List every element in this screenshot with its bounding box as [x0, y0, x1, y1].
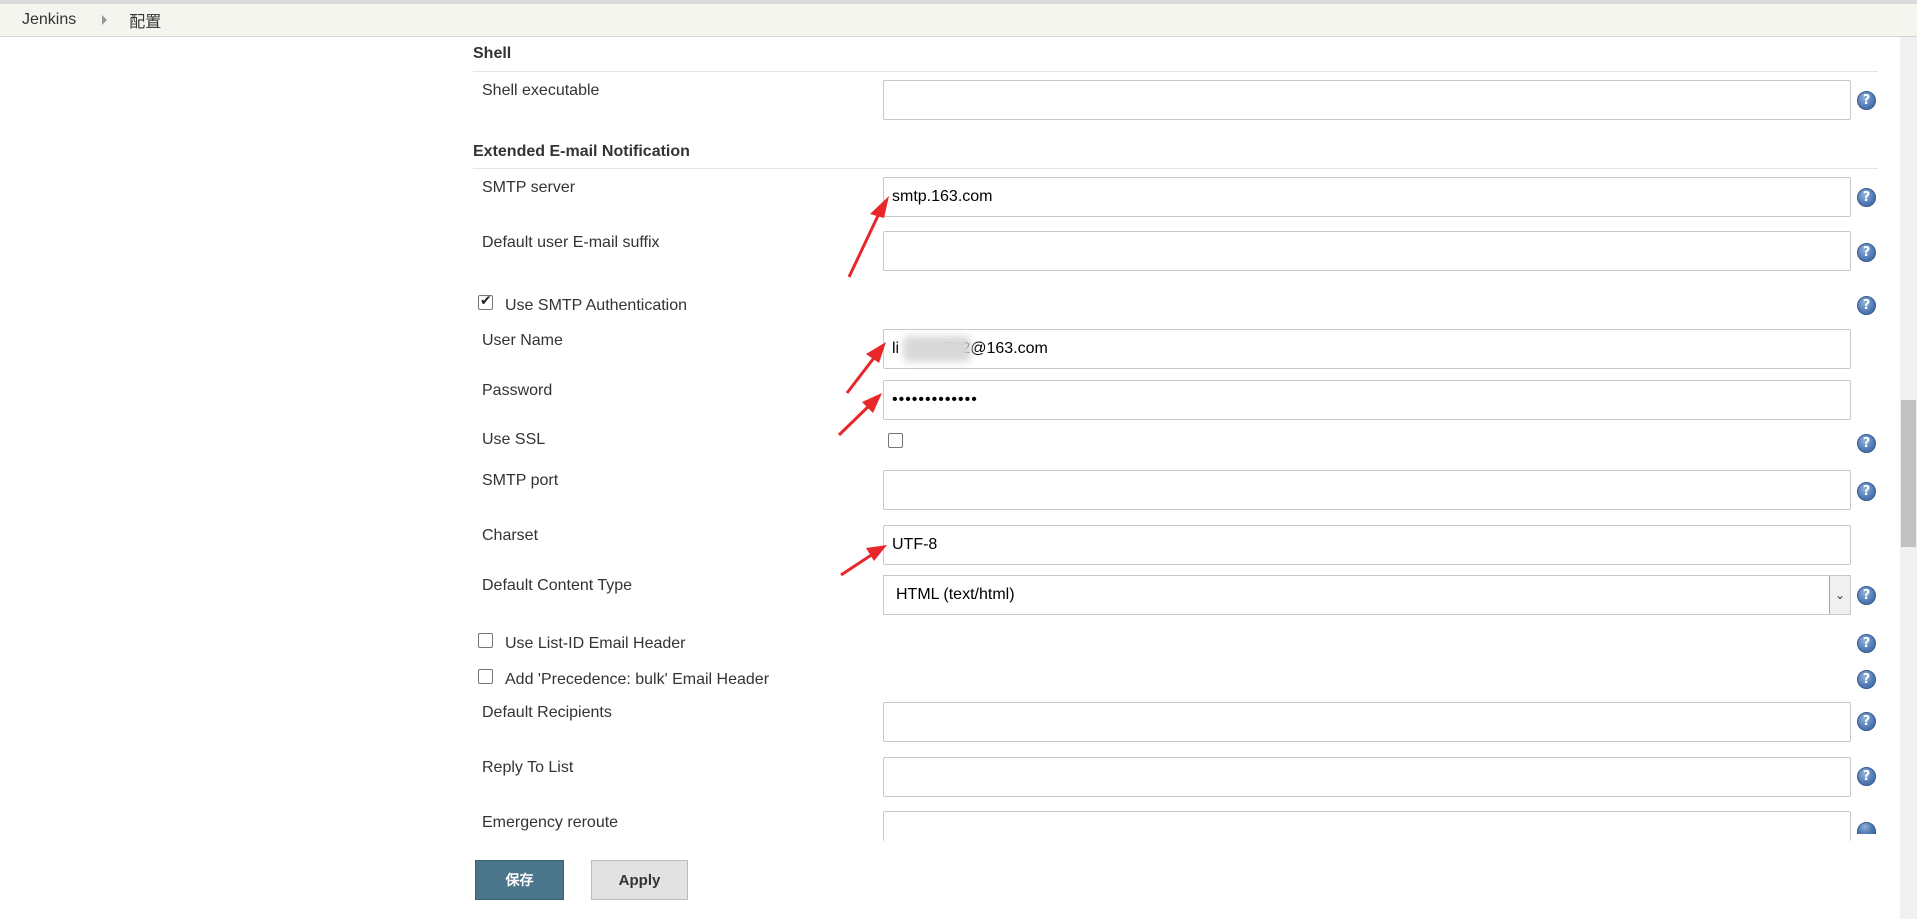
red-arrow-annotation	[847, 196, 889, 278]
red-arrow-annotation	[845, 342, 886, 394]
red-arrow-annotation	[840, 545, 887, 577]
annotation-layer	[837, 196, 889, 577]
red-arrow-annotation	[837, 393, 882, 437]
